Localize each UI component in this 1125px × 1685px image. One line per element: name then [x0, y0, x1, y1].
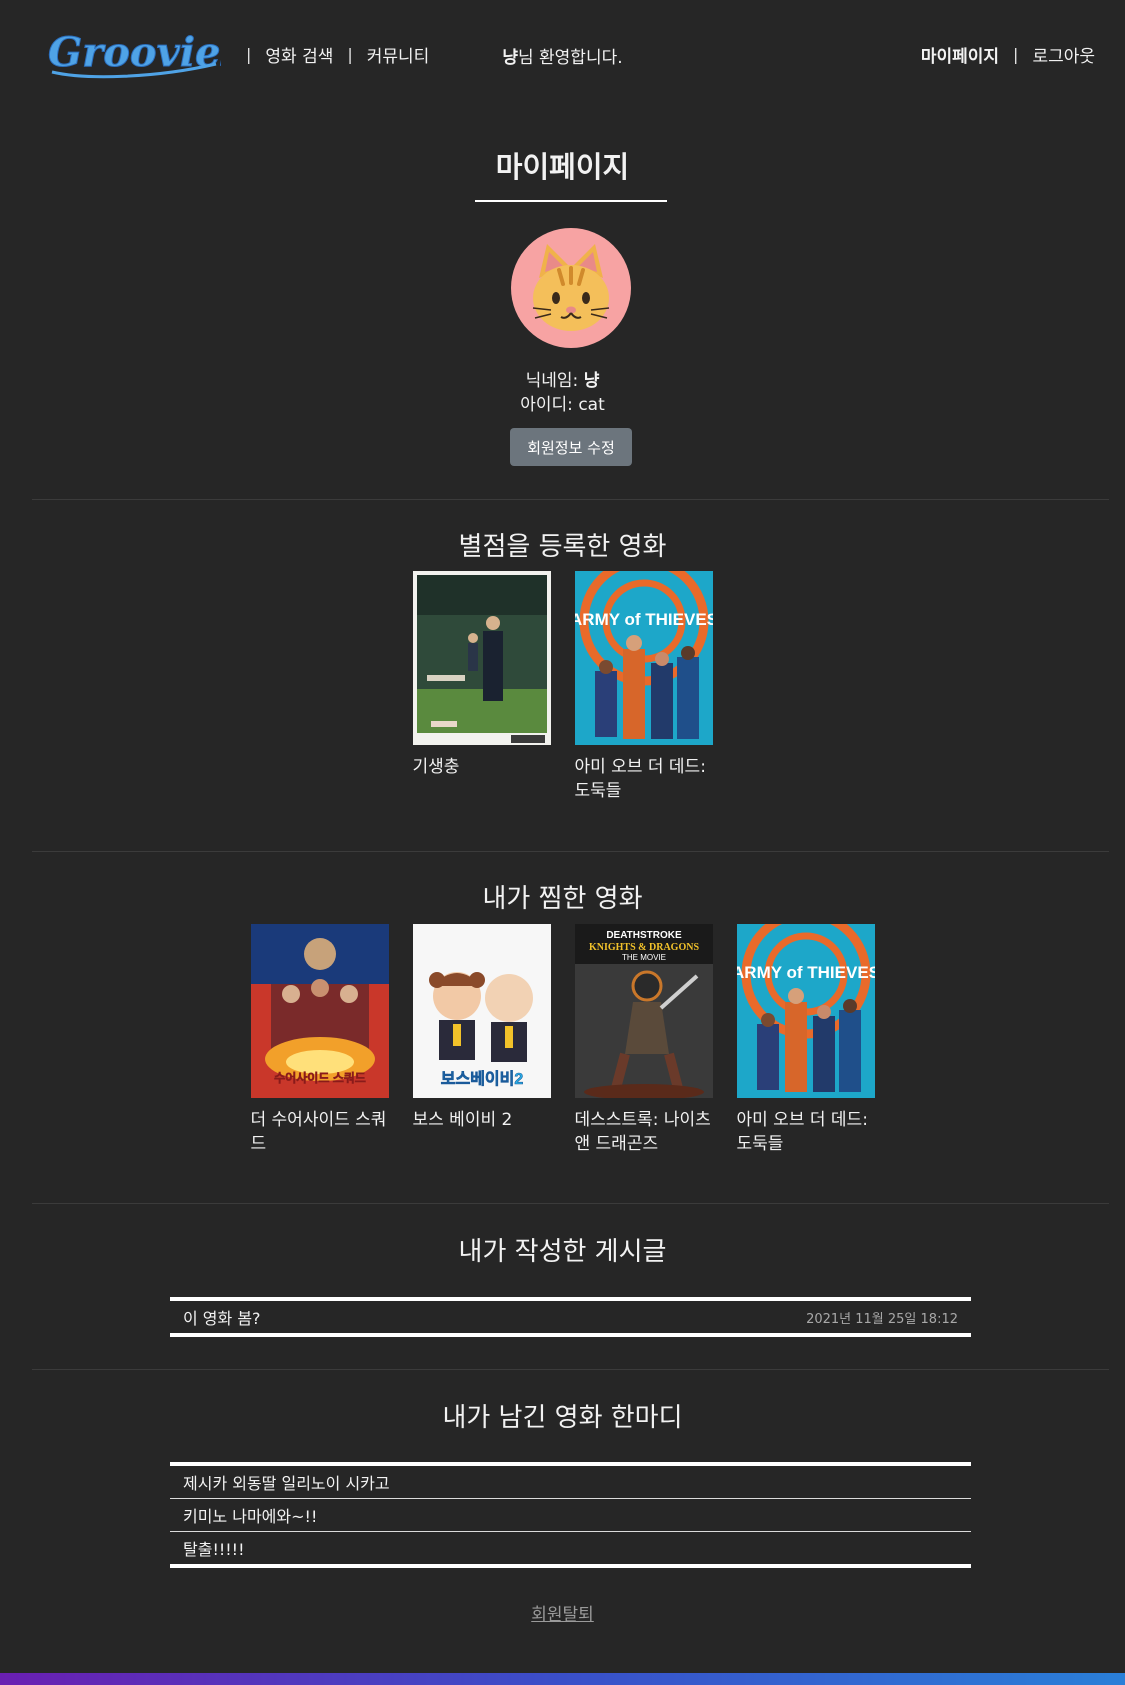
- comment-row[interactable]: 탈출!!!!!: [170, 1531, 971, 1564]
- my-comments-list: 제시카 외동딸 일리노이 시카고 키미노 나마에와~!! 탈출!!!!!: [170, 1462, 971, 1568]
- withdraw-link[interactable]: 회원탈퇴: [531, 1605, 594, 1625]
- nav-movie-search-link[interactable]: 영화 검색: [265, 42, 333, 67]
- comment-row[interactable]: 키미노 나마에와~!!: [170, 1498, 971, 1531]
- my-posts-list: 이 영화 봄? 2021년 11월 25일 18:12: [170, 1297, 971, 1337]
- groovies-logo[interactable]: Groovies: [46, 24, 221, 82]
- section-divider: [32, 1369, 1109, 1370]
- nav-community-link[interactable]: 커뮤니티: [367, 42, 430, 67]
- user-id-line: 아이디: cat: [0, 390, 1125, 415]
- section-divider: [32, 499, 1109, 500]
- user-nav: 마이페이지 | 로그아웃: [921, 42, 1095, 67]
- svg-text:THE MOVIE: THE MOVIE: [621, 953, 665, 962]
- post-title[interactable]: 이 영화 봄?: [183, 1305, 261, 1329]
- site-header: Groovies | 영화 검색 | 커뮤니티 냥님 환영합니다. 마이페이지 …: [0, 0, 1125, 110]
- svg-text:ARMY of THIEVES: ARMY of THIEVES: [737, 963, 875, 982]
- my-posts-title: 내가 작성한 게시글: [458, 1237, 667, 1267]
- comment-row[interactable]: 제시카 외동딸 일리노이 시카고: [170, 1466, 971, 1498]
- my-comments-title: 내가 남긴 영화 한마디: [442, 1403, 683, 1433]
- title-underline: [475, 200, 667, 202]
- comment-text[interactable]: 탈출!!!!!: [183, 1536, 245, 1560]
- movie-title[interactable]: 기생충: [413, 755, 551, 779]
- movie-card[interactable]: ARMY of THIEVES 아미 오브 더 데드: 도둑들: [574, 571, 713, 803]
- liked-movies-list: 수어사이드 스쿼드 더 수어사이드 스쿼드 보스베이비2 보스 베이비 2 DE…: [0, 924, 1125, 1156]
- svg-text:ARMY of THIEVES: ARMY of THIEVES: [575, 610, 713, 629]
- movie-card[interactable]: 보스베이비2 보스 베이비 2: [412, 924, 551, 1156]
- edit-profile-button[interactable]: 회원정보 수정: [510, 428, 632, 466]
- user-id-value: cat: [578, 395, 605, 415]
- nickname-label: 닉네임:: [525, 371, 584, 391]
- nav-logout-link[interactable]: 로그아웃: [1032, 42, 1095, 67]
- nav-mypage-link[interactable]: 마이페이지: [921, 42, 999, 67]
- movie-card[interactable]: ARMY of THIEVES 아미 오브 더 데드: 도둑들: [736, 924, 875, 1156]
- svg-text:DEATHSTROKE: DEATHSTROKE: [606, 930, 682, 941]
- movie-poster[interactable]: ARMY of THIEVES: [574, 571, 713, 745]
- movie-title[interactable]: 아미 오브 더 데드: 도둑들: [575, 755, 713, 803]
- post-date: 2021년 11월 25일 18:12: [806, 1311, 958, 1327]
- page-title: 마이페이지: [495, 150, 630, 184]
- movie-title[interactable]: 더 수어사이드 스쿼드: [251, 1108, 389, 1156]
- comment-text[interactable]: 키미노 나마에와~!!: [183, 1503, 317, 1527]
- movie-card[interactable]: DEATHSTROKE KNIGHTS & DRAGONS THE MOVIE …: [574, 924, 713, 1156]
- main-nav: | 영화 검색 | 커뮤니티: [232, 42, 429, 67]
- svg-text:수어사이드 스쿼드: 수어사이드 스쿼드: [274, 1070, 366, 1085]
- movie-poster[interactable]: 보스베이비2: [412, 924, 551, 1098]
- nav-separator: |: [246, 45, 252, 64]
- rated-movies-list: 기생충 ARMY of THIEVES 아미 오브 더 데드: 도둑들: [0, 571, 1125, 803]
- bottom-gradient-bar: [0, 1673, 1125, 1685]
- liked-movies-title: 내가 찜한 영화: [482, 884, 643, 914]
- movie-poster[interactable]: 수어사이드 스쿼드: [250, 924, 389, 1098]
- movie-title[interactable]: 아미 오브 더 데드: 도둑들: [737, 1108, 875, 1156]
- user-id-label: 아이디:: [520, 395, 579, 415]
- comment-text[interactable]: 제시카 외동딸 일리노이 시카고: [183, 1470, 390, 1494]
- movie-title[interactable]: 보스 베이비 2: [413, 1108, 551, 1132]
- movie-card[interactable]: 기생충: [412, 571, 551, 803]
- movie-card[interactable]: 수어사이드 스쿼드 더 수어사이드 스쿼드: [250, 924, 389, 1156]
- svg-text:KNIGHTS & DRAGONS: KNIGHTS & DRAGONS: [588, 942, 698, 953]
- section-divider: [32, 851, 1109, 852]
- welcome-suffix: 님 환영합니다.: [517, 48, 623, 68]
- movie-poster[interactable]: [412, 571, 551, 745]
- movie-poster[interactable]: DEATHSTROKE KNIGHTS & DRAGONS THE MOVIE: [574, 924, 713, 1098]
- withdraw-container: 회원탈퇴: [0, 1600, 1125, 1625]
- movie-title[interactable]: 데스스트록: 나이츠 앤 드래곤즈: [575, 1108, 713, 1156]
- nav-separator: |: [1013, 45, 1019, 64]
- nickname-line: 닉네임: 냥: [0, 366, 1125, 391]
- post-row[interactable]: 이 영화 봄? 2021년 11월 25일 18:12: [170, 1301, 971, 1333]
- nav-separator: |: [347, 45, 353, 64]
- avatar: [511, 228, 631, 348]
- movie-poster[interactable]: ARMY of THIEVES: [736, 924, 875, 1098]
- svg-text:보스베이비2: 보스베이비2: [440, 1070, 523, 1088]
- nickname-value: 냥: [583, 371, 600, 391]
- cat-face-icon: [532, 244, 610, 331]
- rated-movies-title: 별점을 등록한 영화: [458, 532, 667, 562]
- section-divider: [32, 1203, 1109, 1204]
- welcome-username: 냥: [502, 48, 518, 68]
